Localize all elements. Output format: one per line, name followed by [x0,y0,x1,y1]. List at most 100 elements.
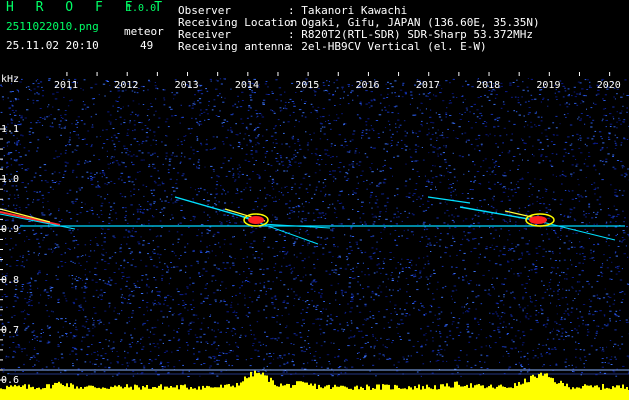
noise-pixel [396,188,399,190]
noise-pixel [172,299,174,301]
noise-pixel [203,363,206,364]
noise-pixel [288,164,291,166]
noise-pixel [84,244,87,246]
noise-pixel [410,91,413,93]
noise-pixel [76,126,78,128]
noise-pixel [314,153,317,155]
noise-pixel [377,263,381,265]
noise-pixel [351,295,354,297]
noise-pixel [364,356,366,358]
noise-pixel [236,317,239,319]
noise-pixel [187,376,190,377]
noise-pixel [440,256,442,258]
noise-pixel [291,138,294,140]
noise-pixel [49,125,52,127]
noise-pixel [553,230,556,231]
noise-pixel [317,217,320,219]
noise-pixel [231,365,234,367]
noise-pixel [415,160,418,162]
noise-pixel [295,193,297,195]
noise-pixel [175,92,179,94]
noise-pixel [213,341,216,343]
noise-pixel [336,156,338,158]
noise-pixel [26,168,30,170]
noise-pixel [197,123,200,125]
noise-pixel [231,296,233,297]
noise-pixel [147,310,149,312]
noise-pixel [119,116,122,118]
noise-pixel [32,201,34,203]
noise-pixel [602,161,604,162]
noise-pixel [330,145,333,147]
noise-pixel [376,168,378,170]
noise-pixel [36,191,38,193]
noise-pixel [287,121,290,123]
noise-pixel [358,164,361,166]
noise-pixel [513,250,516,252]
noise-pixel [207,251,210,253]
noise-pixel [284,251,286,253]
noise-pixel [468,154,470,156]
noise-pixel [571,242,573,244]
noise-pixel [121,195,124,197]
noise-pixel [373,355,376,357]
noise-pixel [434,236,437,238]
noise-pixel [335,272,337,274]
noise-pixel [31,339,34,340]
noise-pixel [528,188,530,190]
noise-pixel [488,187,491,189]
noise-pixel [268,353,271,354]
noise-pixel [532,357,535,359]
noise-pixel [238,101,240,103]
noise-pixel [72,278,74,280]
noise-pixel [120,172,124,174]
noise-pixel [141,336,144,338]
noise-pixel [399,288,401,290]
noise-pixel [491,244,493,246]
noise-pixel [266,365,268,367]
noise-pixel [202,268,205,270]
noise-pixel [254,201,257,203]
noise-pixel [12,218,14,220]
noise-pixel [216,363,219,365]
noise-pixel [53,171,56,173]
noise-pixel [352,222,355,224]
noise-pixel [274,132,277,134]
noise-pixel [429,361,431,363]
noise-pixel [95,359,98,360]
noise-pixel [459,350,462,352]
noise-pixel [381,267,385,269]
noise-pixel [362,324,365,326]
noise-pixel [584,143,586,145]
noise-pixel [334,90,336,92]
noise-pixel [406,132,408,134]
noise-pixel [435,112,437,114]
noise-pixel [33,88,36,90]
noise-pixel [88,330,91,332]
noise-pixel [405,180,408,182]
noise-pixel [54,98,58,100]
noise-pixel [401,323,404,325]
noise-pixel [557,236,559,238]
noise-pixel [535,260,538,261]
noise-pixel [315,162,318,164]
noise-pixel [351,322,353,324]
noise-pixel [282,164,285,166]
noise-pixel [598,131,602,133]
noise-pixel [86,374,88,376]
noise-pixel [407,284,409,285]
noise-pixel [95,289,98,291]
noise-pixel [508,248,511,250]
noise-pixel [378,358,380,360]
noise-pixel [302,276,304,278]
noise-pixel [13,159,16,161]
noise-pixel [255,113,259,115]
noise-pixel [173,167,175,169]
noise-pixel [312,252,315,254]
noise-pixel [331,203,334,205]
noise-pixel [293,298,296,300]
noise-pixel [588,238,590,239]
noise-pixel [192,314,196,316]
noise-pixel [194,334,197,336]
noise-pixel [446,203,448,205]
